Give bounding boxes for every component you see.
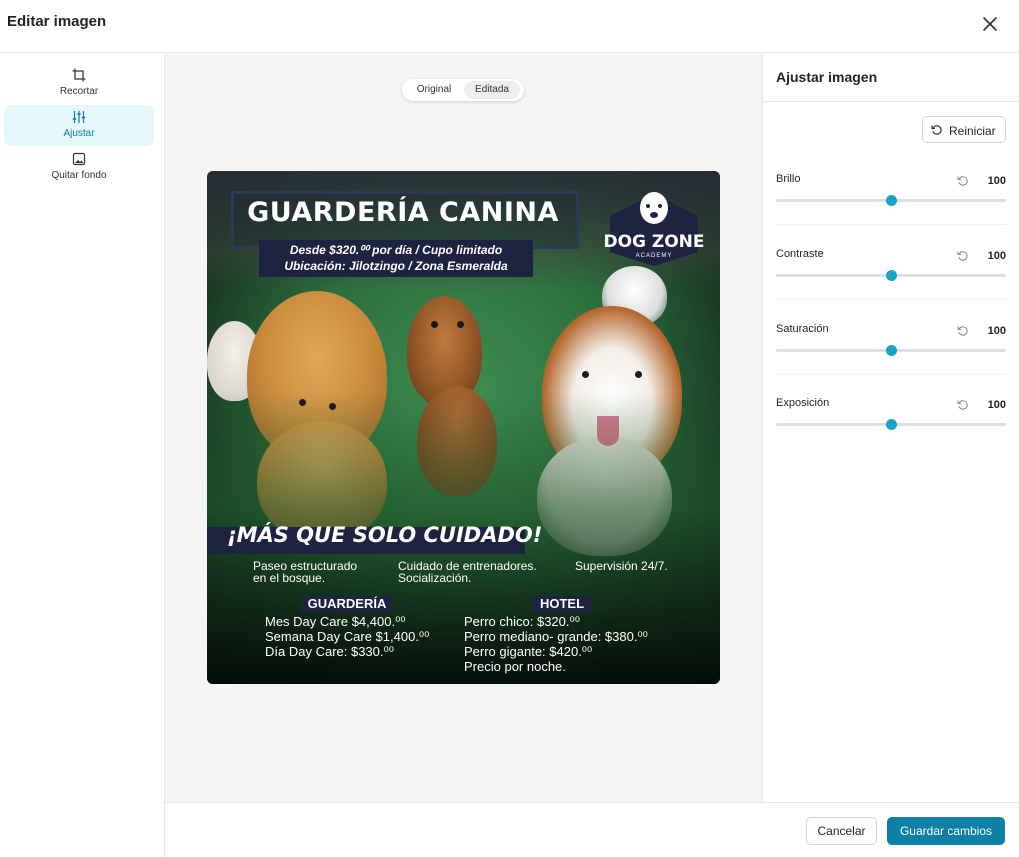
poster-title: GUARDERÍA CANINA	[247, 197, 559, 228]
price-line: Perro gigante: $420.⁰⁰	[464, 644, 593, 659]
panel-title: Ajustar imagen	[776, 69, 878, 85]
brightness-label: Brillo	[776, 173, 801, 185]
dialog-header: Editar imagen	[0, 0, 1019, 53]
adjust-panel: Ajustar imagen Reiniciar Brillo 100 Cont…	[762, 54, 1019, 802]
price-line: Semana Day Care $1,400.⁰⁰	[265, 629, 430, 644]
exposure-slider[interactable]	[776, 419, 1006, 430]
exposure-slider-thumb[interactable]	[886, 419, 897, 430]
contrast-slider-thumb[interactable]	[886, 270, 897, 281]
exposure-value: 100	[987, 399, 1006, 411]
saturation-value: 100	[987, 325, 1006, 337]
reset-all-button[interactable]: Reiniciar	[922, 116, 1006, 143]
saturation-slider-thumb[interactable]	[886, 345, 897, 356]
image-canvas: Original Editada GUARDERÍA CANINA Desde …	[165, 54, 762, 802]
image-icon	[72, 152, 86, 166]
price-line: Precio por noche.	[464, 659, 566, 674]
brightness-value: 100	[987, 175, 1006, 187]
reset-icon[interactable]	[957, 250, 969, 262]
tool-crop-label: Recortar	[59, 86, 99, 97]
logo-brand: DOG ZONE	[603, 232, 705, 252]
cancel-button[interactable]: Cancelar	[806, 817, 877, 845]
adjust-exposure: Exposición 100	[776, 397, 1006, 457]
reset-icon[interactable]	[957, 325, 969, 337]
price-line: Mes Day Care $4,400.⁰⁰	[265, 614, 406, 629]
price-line: Día Day Care: $330.⁰⁰	[265, 644, 394, 659]
poster-subtitle: Desde $320.⁰⁰ por día / Cupo limitado	[289, 243, 503, 257]
brightness-slider-thumb[interactable]	[886, 195, 897, 206]
dialog-footer: Cancelar Guardar cambios	[165, 802, 1019, 857]
saturation-label: Saturación	[776, 323, 829, 335]
reset-all-label: Reiniciar	[949, 124, 996, 138]
save-changes-button[interactable]: Guardar cambios	[887, 817, 1005, 845]
crop-icon	[72, 68, 86, 82]
price-line: Perro chico: $320.⁰⁰	[464, 614, 580, 629]
tool-remove-background-label: Quitar fondo	[51, 170, 107, 181]
toggle-edited[interactable]: Editada	[464, 81, 520, 99]
price-line: Perro mediano- grande: $380.⁰⁰	[464, 629, 648, 644]
feature-text: Supervisión 24/7.	[575, 559, 668, 573]
brightness-slider[interactable]	[776, 195, 1006, 206]
reset-icon	[931, 125, 942, 135]
tool-crop[interactable]: Recortar	[4, 63, 154, 104]
tool-adjust-label: Ajustar	[63, 128, 95, 139]
contrast-label: Contraste	[776, 248, 824, 260]
logo-subtitle: ACADEMY	[635, 253, 673, 259]
close-icon[interactable]	[980, 14, 1000, 34]
dialog-title: Editar imagen	[7, 13, 107, 30]
section-heading-hotel: HOTEL	[532, 596, 592, 612]
contrast-value: 100	[987, 250, 1006, 262]
poster-subtitle: Ubicación: Jilotzingo / Zona Esmeralda	[284, 259, 508, 273]
close-button[interactable]	[980, 14, 1000, 34]
reset-icon[interactable]	[957, 175, 969, 187]
reset-icon[interactable]	[957, 399, 969, 411]
contrast-slider[interactable]	[776, 270, 1006, 281]
tool-adjust[interactable]: Ajustar	[4, 105, 154, 146]
saturation-slider[interactable]	[776, 345, 1006, 356]
feature-text: Cuidado de entrenadores. Socialización.	[398, 559, 537, 585]
tool-sidebar: Recortar Ajustar Quitar fondo	[0, 54, 165, 857]
toggle-original[interactable]: Original	[406, 81, 462, 99]
sliders-icon	[72, 111, 86, 123]
image-preview: GUARDERÍA CANINA Desde $320.⁰⁰ por día /…	[207, 171, 720, 684]
poster-tagline: ¡MÁS QUE SOLO CUIDADO!	[227, 523, 543, 547]
exposure-label: Exposición	[776, 397, 830, 409]
view-toggle: Original Editada	[402, 79, 524, 101]
dog-zone-logo: DOG ZONE ACADEMY	[602, 188, 706, 266]
section-heading-guarderia: GUARDERÍA	[302, 596, 392, 612]
feature-text: Paseo estructurado en el bosque.	[253, 559, 358, 585]
tool-remove-background[interactable]: Quitar fondo	[4, 147, 154, 188]
